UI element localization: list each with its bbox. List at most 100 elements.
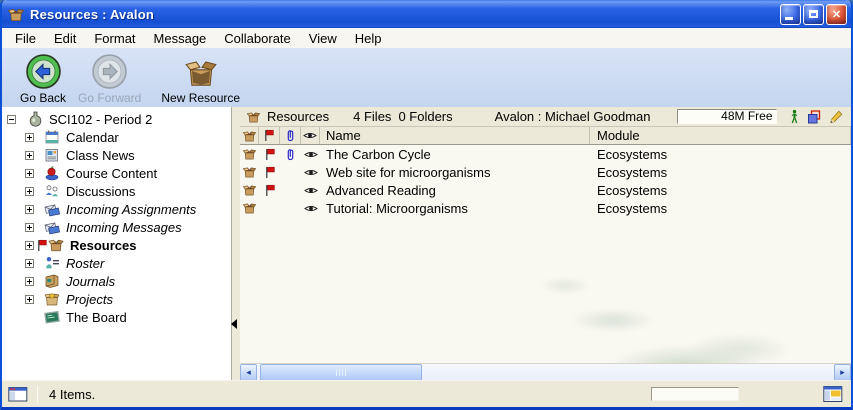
new-resource-button[interactable]: New Resource: [161, 53, 240, 105]
projects-icon: [44, 291, 60, 307]
tree-item-class-news[interactable]: Class News: [2, 146, 231, 164]
resource-row-web-site[interactable]: Web site for microorganisms Ecosystems: [240, 163, 851, 181]
tree-item-label: Discussions: [66, 184, 135, 199]
maximize-button[interactable]: [803, 4, 824, 25]
tree-item-roster[interactable]: Roster: [2, 254, 231, 272]
column-header-name[interactable]: Name: [320, 127, 590, 144]
toolbar: Go Back Go Forward New Resource: [2, 48, 851, 107]
menu-item-message[interactable]: Message: [145, 29, 216, 48]
expand-icon[interactable]: [25, 187, 34, 196]
tree-item-course-root[interactable]: SCI102 - Period 2: [2, 110, 231, 128]
copy-icon[interactable]: [807, 110, 821, 124]
expand-icon[interactable]: [25, 151, 34, 160]
tree-item-course-content[interactable]: Course Content: [2, 164, 231, 182]
menu-item-view[interactable]: View: [300, 29, 346, 48]
expand-icon[interactable]: [25, 133, 34, 142]
scrollbar-thumb[interactable]: [260, 364, 422, 380]
panel-splitter[interactable]: [232, 107, 240, 380]
menu-item-edit[interactable]: Edit: [45, 29, 85, 48]
scroll-left-button[interactable]: ◂: [240, 364, 257, 381]
tree-item-the-board[interactable]: The Board: [2, 308, 231, 326]
main-area: SCI102 - Period 2 Calendar Class News Co…: [2, 107, 851, 380]
free-space-indicator: 48M Free: [677, 109, 777, 124]
class-news-icon: [44, 147, 60, 163]
folder-count: 0 Folders: [398, 109, 452, 124]
tree-item-incoming-messages[interactable]: Incoming Messages: [2, 218, 231, 236]
column-header-flag[interactable]: [259, 127, 280, 144]
visible-icon[interactable]: [304, 186, 318, 195]
resource-row-tutorial[interactable]: Tutorial: Microorganisms Ecosystems: [240, 199, 851, 217]
tree-item-label: Roster: [66, 256, 104, 271]
panel-layout-icon[interactable]: [8, 385, 28, 403]
expand-icon[interactable]: [25, 205, 34, 214]
course-content-icon: [44, 165, 60, 181]
column-header-visibility[interactable]: [301, 127, 320, 144]
layout-toggle-icon[interactable]: [823, 385, 843, 403]
go-back-label: Go Back: [20, 91, 66, 105]
expand-icon[interactable]: [25, 223, 34, 232]
tree-item-journals[interactable]: Journals: [2, 272, 231, 290]
tree-item-resources[interactable]: Resources: [2, 236, 231, 254]
new-resource-label: New Resource: [161, 91, 240, 105]
incoming-assignments-icon: [44, 201, 60, 217]
resource-module: Ecosystems: [590, 183, 851, 198]
column-header-row: Name Module: [240, 127, 851, 145]
new-resource-icon: [183, 56, 219, 90]
column-header-type[interactable]: [240, 127, 259, 144]
resource-name: Advanced Reading: [320, 183, 590, 198]
edit-pencil-icon[interactable]: [829, 110, 843, 124]
minimize-button[interactable]: [780, 4, 801, 25]
resource-box-icon: [242, 201, 257, 215]
tree-item-discussions[interactable]: Discussions: [2, 182, 231, 200]
tree-item-label: Incoming Assignments: [66, 202, 196, 217]
panel-action-icons: [790, 109, 843, 124]
resource-module: Ecosystems: [590, 201, 851, 216]
collapse-icon[interactable]: [7, 115, 16, 124]
column-header-attachment[interactable]: [280, 127, 301, 144]
go-back-button[interactable]: Go Back: [14, 53, 72, 105]
menu-bar: File Edit Format Message Collaborate Vie…: [2, 28, 851, 48]
resource-box-icon: [242, 183, 257, 197]
window-controls: ✕: [780, 4, 851, 25]
menu-item-file[interactable]: File: [6, 29, 45, 48]
discussions-icon: [44, 183, 60, 199]
visible-icon[interactable]: [304, 150, 318, 159]
visible-icon[interactable]: [304, 204, 318, 213]
resource-module: Ecosystems: [590, 165, 851, 180]
go-forward-button[interactable]: Go Forward: [78, 53, 141, 105]
resource-name: Tutorial: Microorganisms: [320, 201, 590, 216]
resource-row-carbon-cycle[interactable]: The Carbon Cycle Ecosystems: [240, 145, 851, 163]
items-count-text: 4 Items.: [49, 387, 95, 402]
tree-item-label: SCI102 - Period 2: [49, 112, 152, 127]
scroll-right-button[interactable]: ▸: [834, 364, 851, 381]
visible-icon[interactable]: [304, 168, 318, 177]
tree-item-projects[interactable]: Projects: [2, 290, 231, 308]
tree-item-incoming-assignments[interactable]: Incoming Assignments: [2, 200, 231, 218]
resource-module: Ecosystems: [590, 147, 851, 162]
resource-box-icon: [242, 147, 257, 161]
column-header-module[interactable]: Module: [590, 127, 851, 144]
tree-item-calendar[interactable]: Calendar: [2, 128, 231, 146]
menu-item-help[interactable]: Help: [346, 29, 391, 48]
back-icon: [25, 53, 62, 90]
resource-box-icon: [242, 165, 257, 179]
expand-icon[interactable]: [25, 259, 34, 268]
expand-icon[interactable]: [25, 241, 34, 250]
status-bar: 4 Items.: [2, 380, 851, 407]
menu-item-format[interactable]: Format: [85, 29, 144, 48]
tree-item-label: Calendar: [66, 130, 119, 145]
expand-icon[interactable]: [25, 277, 34, 286]
calendar-icon: [44, 129, 60, 145]
journals-icon: [44, 273, 60, 289]
tree-item-label: Course Content: [66, 166, 157, 181]
file-count: 4 Files: [353, 109, 391, 124]
close-button[interactable]: ✕: [826, 4, 847, 25]
user-icon[interactable]: [790, 109, 799, 124]
resource-row-advanced-reading[interactable]: Advanced Reading Ecosystems: [240, 181, 851, 199]
expand-icon[interactable]: [25, 169, 34, 178]
menu-item-collaborate[interactable]: Collaborate: [215, 29, 300, 48]
splitter-collapse-icon[interactable]: [231, 319, 237, 329]
horizontal-scrollbar[interactable]: ◂ ▸: [240, 363, 851, 380]
go-forward-label: Go Forward: [78, 91, 141, 105]
expand-icon[interactable]: [25, 295, 34, 304]
